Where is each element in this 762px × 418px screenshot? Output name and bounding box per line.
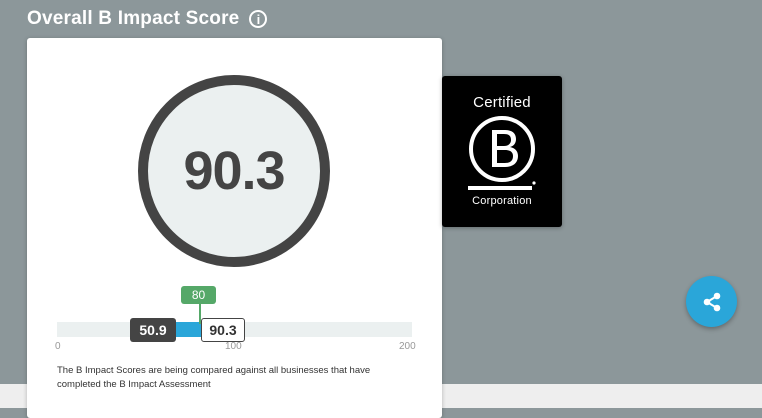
company-score-label: 90.3 [201,318,245,342]
axis-tick-200: 200 [399,341,416,352]
benchmark-score-label: 50.9 [130,318,176,342]
comparison-description: The B Impact Scores are being compared a… [57,365,371,390]
info-icon[interactable]: i [249,10,268,28]
share-icon [703,292,720,311]
score-card: 90.3 80 50.9 90.3 0 100 200 The B Impact… [27,38,442,418]
axis-tick-100: 100 [225,341,242,352]
b-corp-logo-icon [468,116,536,190]
section-title: Overall B Impact Score [27,8,240,29]
badge-certified-text: Certified [473,94,531,111]
section-header: Overall B Impact Score i [27,6,268,32]
overall-score-value: 90.3 [183,141,285,201]
median-marker-label: 80 [181,286,216,304]
share-button[interactable] [686,276,737,327]
score-circle: 90.3 [138,75,330,267]
badge-corporation-text: Corporation [472,195,532,207]
axis-tick-0: 0 [55,341,61,352]
certified-b-corp-badge: Certified Corporation [442,76,562,227]
